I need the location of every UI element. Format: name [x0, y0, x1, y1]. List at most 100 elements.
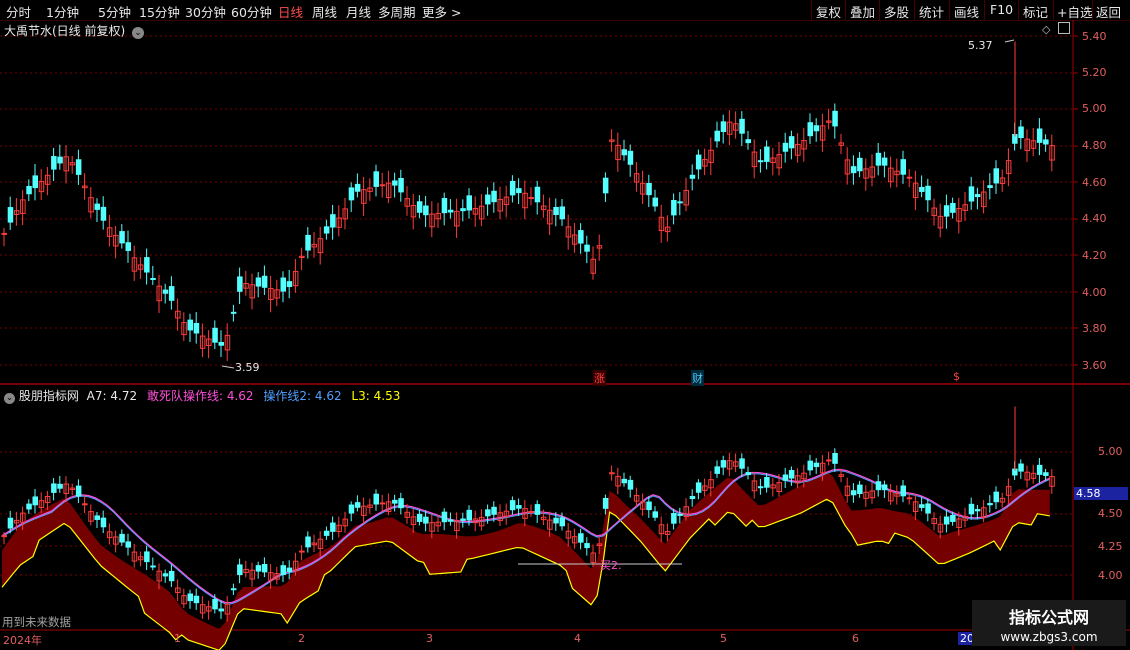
main-candle	[416, 201, 423, 213]
high-marker-arrow	[1004, 39, 1015, 43]
main-candle	[485, 194, 491, 205]
main-candle	[757, 160, 764, 163]
indicator-candle	[646, 501, 652, 511]
panel-toggle-icon[interactable]	[1058, 22, 1070, 34]
indicator-candle	[255, 565, 262, 572]
indicator-candle	[875, 481, 882, 491]
main-candle	[745, 139, 751, 144]
indicator-candle	[993, 491, 999, 503]
main-candle	[286, 281, 293, 288]
indicator-axis-label: 4.00	[1098, 569, 1123, 582]
price-axis-label: 4.40	[1082, 212, 1107, 225]
limit-up-marker[interactable]: 涨	[593, 370, 606, 386]
x-label: 3	[426, 632, 433, 645]
x-label: 5	[720, 632, 727, 645]
indicator-candle	[1043, 472, 1049, 476]
line1-label: 敢死队操作线:	[146, 389, 223, 403]
stock-chart[interactable]	[0, 0, 1130, 650]
main-candle	[144, 257, 150, 273]
price-axis-label: 4.80	[1082, 139, 1107, 152]
indicator-candle	[788, 470, 795, 479]
indicator-candle	[950, 514, 956, 522]
line2-label: 操作线2:	[263, 389, 312, 403]
main-candle	[553, 206, 559, 216]
chevron-down-icon[interactable]: ⌄	[4, 393, 15, 404]
main-candle	[447, 209, 454, 213]
x-label: 4	[574, 632, 581, 645]
x-label: 2024年	[3, 634, 42, 647]
main-candle	[1036, 128, 1043, 143]
main-candle	[881, 157, 888, 166]
indicator-candle	[671, 513, 677, 524]
main-candle	[850, 166, 857, 174]
site-logo: 指标公式网 www.zbgs3.com	[972, 600, 1126, 646]
indicator-candle	[466, 509, 472, 521]
main-candle	[993, 168, 999, 184]
indicator-candle	[584, 543, 590, 549]
main-candle	[125, 242, 131, 251]
stock-name: 大禹节水(日线 前复权)	[4, 24, 126, 38]
main-candle	[832, 110, 838, 127]
indicator-candle	[559, 517, 565, 527]
indicator-candle	[218, 608, 224, 612]
main-candle	[968, 186, 975, 202]
price-axis-label: 4.60	[1082, 176, 1107, 189]
logo-title: 指标公式网	[1008, 608, 1089, 627]
price-axis-label: 4.00	[1082, 286, 1107, 299]
high-price-marker: 5.37	[968, 39, 993, 52]
main-candle	[100, 206, 107, 221]
dividend-marker[interactable]: $	[953, 370, 960, 383]
main-candle	[26, 186, 32, 195]
main-candle	[7, 207, 14, 223]
indicator-candle	[813, 462, 820, 468]
indicator-candle	[441, 511, 448, 523]
main-candle	[398, 177, 404, 193]
indicator-candle	[652, 511, 658, 518]
indicator-candle	[602, 497, 609, 509]
indicator-candle	[832, 452, 838, 464]
indicator-candle	[373, 493, 379, 505]
indicator-candle	[1018, 463, 1024, 472]
indicator-candle	[423, 516, 429, 524]
low-marker-arrow	[221, 365, 235, 369]
main-candle	[255, 277, 262, 287]
chevron-down-icon[interactable]: ⌄	[132, 27, 145, 39]
finance-marker[interactable]: 财	[691, 370, 704, 386]
indicator-candle	[51, 483, 57, 493]
indicator-candle	[609, 472, 615, 475]
main-candle	[602, 177, 609, 194]
main-candle	[919, 186, 925, 192]
main-candle	[218, 341, 224, 346]
main-candle	[689, 174, 696, 179]
main-candle	[94, 203, 100, 210]
indicator-candle	[807, 460, 813, 471]
future-data-note: 用到未来数据	[2, 615, 71, 629]
main-candle	[1, 232, 7, 235]
main-candle	[974, 194, 981, 198]
indicator-candle	[745, 472, 751, 476]
main-candle	[720, 121, 727, 133]
buy-signal-label: 买2:	[600, 559, 622, 572]
indicator-candle	[392, 499, 398, 504]
indicator-candle	[261, 563, 268, 573]
main-candle	[559, 206, 565, 220]
main-candle	[906, 176, 913, 179]
diamond-icon[interactable]: ◇	[1042, 23, 1050, 36]
indicator-candle	[906, 497, 913, 500]
indicator-candle	[739, 458, 745, 469]
price-axis-label: 5.20	[1082, 66, 1107, 79]
l3-value: 4.53	[373, 389, 401, 403]
main-candle	[925, 185, 931, 201]
indicator-name[interactable]: 股朋指标网	[19, 389, 79, 403]
indicator-candle	[826, 459, 832, 462]
indicator-candle	[850, 490, 857, 496]
main-candle	[578, 230, 584, 244]
main-candle	[392, 180, 398, 186]
indicator-candle	[94, 515, 100, 520]
indicator-candle	[305, 536, 311, 548]
indicator-candle	[925, 503, 931, 514]
main-candle	[373, 171, 379, 187]
indicator-candle	[162, 573, 169, 577]
indicator-candle	[764, 477, 770, 488]
main-candle	[212, 327, 218, 343]
